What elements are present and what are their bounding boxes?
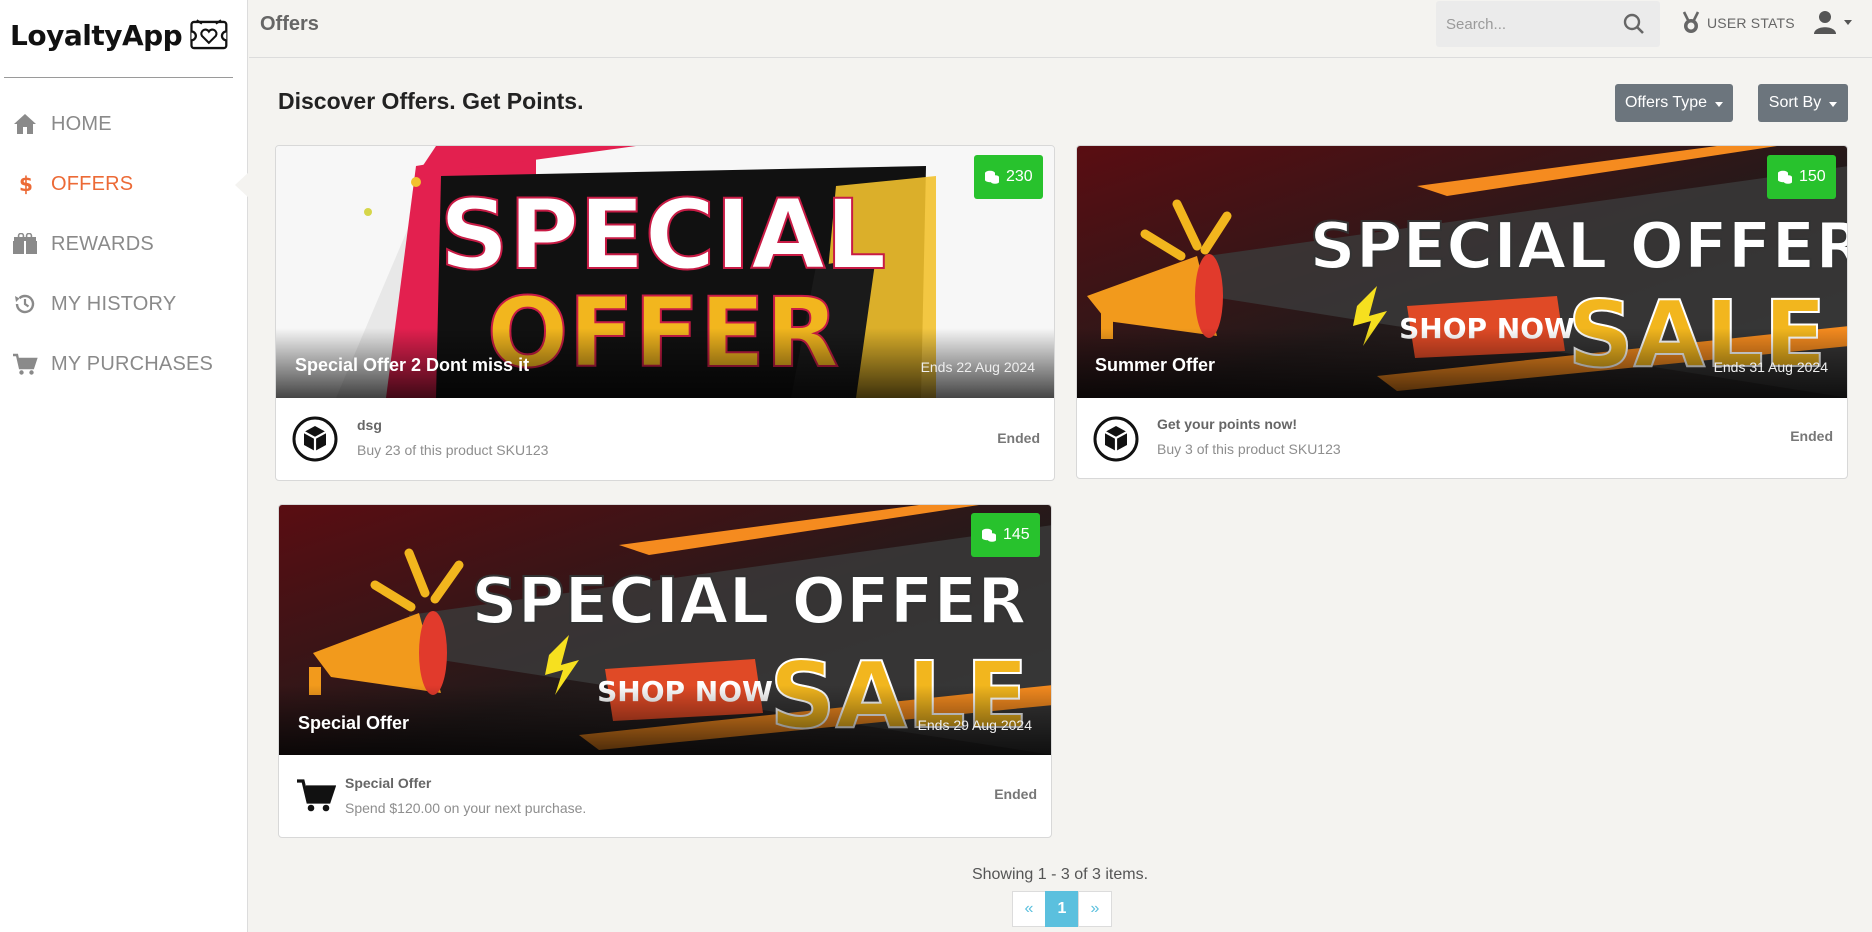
sidebar-item-label: REWARDS xyxy=(51,232,154,255)
offer-banner-image: SPECIAL OFFER SHOP NOW SALE Special Offe… xyxy=(279,505,1051,755)
sidebar-item-offers[interactable]: $ OFFERS xyxy=(0,154,249,214)
offer-title: Summer Offer xyxy=(1095,355,1216,375)
sidebar-item-label: MY PURCHASES xyxy=(51,352,214,375)
offer-footer-description: Buy 23 of this product SKU123 xyxy=(357,442,549,458)
top-bar: Offers USER STATS xyxy=(249,0,1872,58)
app-name: LoyaltyApp xyxy=(10,18,183,52)
sidebar-item-rewards[interactable]: REWARDS xyxy=(0,214,248,274)
chevron-down-icon xyxy=(1844,19,1852,25)
user-stats-link[interactable]: USER STATS xyxy=(1681,11,1795,35)
sidebar-item-label: OFFERS xyxy=(51,172,134,195)
offer-banner-image: SPECIAL OFFER Special Offer 2 Dont miss … xyxy=(276,146,1054,398)
offer-footer-title: Special Offer xyxy=(345,775,432,791)
user-stats-label: USER STATS xyxy=(1707,15,1795,31)
offer-banner-image: SPECIAL OFFER SHOP NOW SALE Summer Offer… xyxy=(1077,146,1847,398)
coins-icon xyxy=(985,170,999,184)
app-logo[interactable]: LoyaltyApp xyxy=(10,12,230,58)
points-value: 150 xyxy=(1799,168,1826,185)
points-badge: 230 xyxy=(974,155,1043,199)
pagination-prev-button[interactable]: « xyxy=(1012,891,1046,927)
home-icon xyxy=(12,111,38,137)
caret-down-icon xyxy=(1715,101,1724,107)
pagination: « 1 » xyxy=(1012,891,1112,927)
offer-card[interactable]: SPECIAL OFFER SHOP NOW SALE Summer Offer… xyxy=(1076,145,1848,479)
gift-icon xyxy=(12,231,38,257)
user-icon xyxy=(1814,11,1836,34)
box-icon xyxy=(1091,414,1141,464)
coins-icon xyxy=(1778,170,1792,184)
sidebar: LoyaltyApp HOME $ OFFERS REWARDS MY HIST… xyxy=(0,0,249,932)
sidebar-nav: HOME $ OFFERS REWARDS MY HISTORY MY PURC… xyxy=(0,94,249,394)
offer-end-date: Ends 31 Aug 2024 xyxy=(1713,359,1828,375)
offer-card-footer: dsg Buy 23 of this product SKU123 Ended xyxy=(276,398,1054,480)
search-icon[interactable] xyxy=(1620,10,1648,38)
page-title: Offers xyxy=(260,13,319,35)
dollar-icon: $ xyxy=(12,171,38,197)
pagination-page-1[interactable]: 1 xyxy=(1045,891,1079,927)
svg-text:$: $ xyxy=(19,172,33,196)
sidebar-item-my-history[interactable]: MY HISTORY xyxy=(0,274,248,334)
offer-footer-title: dsg xyxy=(357,417,382,433)
box-icon xyxy=(290,414,340,464)
points-badge: 150 xyxy=(1767,155,1836,199)
offer-end-date: Ends 29 Aug 2024 xyxy=(917,717,1032,733)
sidebar-item-my-purchases[interactable]: MY PURCHASES xyxy=(0,334,248,394)
offer-footer-title: Get your points now! xyxy=(1157,416,1297,432)
offers-type-dropdown[interactable]: Offers Type xyxy=(1615,84,1733,122)
offer-end-date: Ends 22 Aug 2024 xyxy=(920,359,1035,375)
offer-card[interactable]: SPECIAL OFFER Special Offer 2 Dont miss … xyxy=(275,145,1055,481)
offer-card-footer: Special Offer Spend $120.00 on your next… xyxy=(279,755,1051,837)
coins-icon xyxy=(982,528,996,542)
banner-headline-line-1: SPECIAL xyxy=(440,179,887,291)
search-box xyxy=(1436,1,1660,47)
offer-card[interactable]: SPECIAL OFFER SHOP NOW SALE Special Offe… xyxy=(278,504,1052,838)
sidebar-item-label: MY HISTORY xyxy=(51,292,177,315)
points-value: 230 xyxy=(1006,168,1033,185)
pagination-next-button[interactable]: » xyxy=(1078,891,1112,927)
offer-status: Ended xyxy=(997,430,1040,446)
user-menu-toggle[interactable] xyxy=(1814,10,1852,34)
sidebar-item-label: HOME xyxy=(51,112,112,135)
caret-down-icon xyxy=(1829,101,1838,107)
cart-icon xyxy=(12,351,38,377)
pagination-summary: Showing 1 - 3 of 3 items. xyxy=(971,866,1149,883)
offer-card-footer: Get your points now! Buy 3 of this produ… xyxy=(1077,398,1847,480)
history-icon xyxy=(12,291,38,317)
offer-status: Ended xyxy=(1790,428,1833,444)
offer-title: Special Offer xyxy=(298,713,410,733)
sort-by-dropdown[interactable]: Sort By xyxy=(1758,84,1848,122)
offers-type-label: Offers Type xyxy=(1624,94,1708,111)
search-input[interactable] xyxy=(1436,15,1616,33)
ticket-heart-icon xyxy=(190,19,228,50)
sidebar-item-home[interactable]: HOME xyxy=(0,94,248,154)
offer-status: Ended xyxy=(994,786,1037,802)
points-value: 145 xyxy=(1003,526,1030,543)
banner-headline: SPECIAL OFFER xyxy=(472,565,1027,639)
points-badge: 145 xyxy=(971,513,1040,557)
offer-footer-description: Spend $120.00 on your next purchase. xyxy=(345,800,587,816)
sort-by-label: Sort By xyxy=(1768,94,1822,111)
cart-icon xyxy=(291,771,341,821)
logo-divider xyxy=(4,77,233,78)
offer-footer-description: Buy 3 of this product SKU123 xyxy=(1157,441,1341,457)
offers-heading: Discover Offers. Get Points. xyxy=(278,88,584,114)
offer-title: Special Offer 2 Dont miss it xyxy=(295,355,530,375)
banner-headline: SPECIAL OFFER xyxy=(1310,210,1847,284)
medal-icon xyxy=(1682,11,1700,33)
